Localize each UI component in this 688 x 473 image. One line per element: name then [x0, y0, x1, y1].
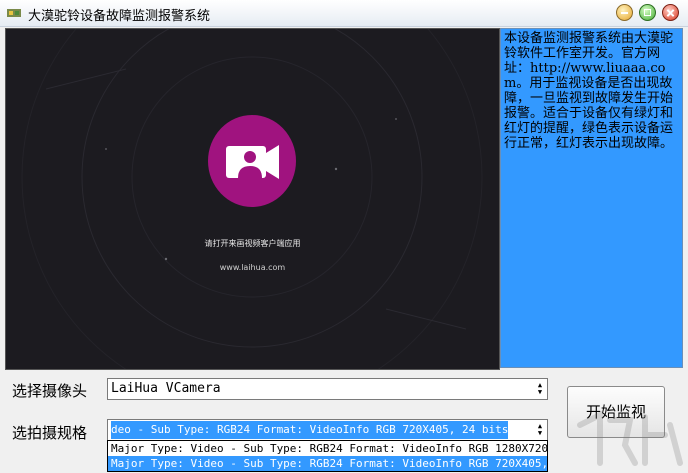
- close-icon: [663, 5, 678, 20]
- video-camera-person-icon: [208, 115, 296, 207]
- preview-caption: 请打开来画视频客户端应用: [204, 239, 301, 248]
- format-option-selected[interactable]: Major Type: Video - Sub Type: RGB24 Form…: [108, 456, 547, 471]
- camera-preview: 请打开来画视频客户端应用 www.laihua.com: [5, 28, 500, 370]
- format-option[interactable]: Major Type: Video - Sub Type: RGB24 Form…: [108, 441, 547, 456]
- format-select[interactable]: deo - Sub Type: RGB24 Format: VideoInfo …: [107, 419, 548, 441]
- minimize-button[interactable]: [616, 4, 633, 21]
- camera-select[interactable]: LaiHua VCamera ▲ ▼: [107, 378, 548, 400]
- spin-arrows-icon[interactable]: ▲ ▼: [535, 382, 545, 396]
- maximize-button[interactable]: [639, 4, 656, 21]
- format-label: 选拍摄规格: [12, 424, 88, 442]
- minimize-icon: [617, 5, 632, 20]
- preview-url: www.laihua.com: [219, 263, 286, 272]
- format-select-value: deo - Sub Type: RGB24 Format: VideoInfo …: [111, 421, 509, 439]
- format-dropdown-list[interactable]: Major Type: Video - Sub Type: RGB24 Form…: [107, 440, 548, 472]
- close-button[interactable]: [662, 4, 679, 21]
- maximize-icon: [640, 5, 655, 20]
- app-icon: [7, 9, 21, 17]
- info-panel: 本设备监测报警系统由大漠驼铃软件工作室开发。官方网址：http://www.li…: [500, 28, 683, 368]
- camera-select-value: LaiHua VCamera: [111, 381, 221, 396]
- title-bar: 大漠驼铃设备故障监测报警系统: [0, 0, 688, 27]
- start-monitor-button[interactable]: 开始监视: [567, 386, 665, 438]
- spin-arrows-icon[interactable]: ▲ ▼: [535, 423, 545, 437]
- camera-label: 选择摄像头: [12, 382, 88, 400]
- window-title: 大漠驼铃设备故障监测报警系统: [28, 9, 211, 24]
- preview-background: [21, 29, 483, 369]
